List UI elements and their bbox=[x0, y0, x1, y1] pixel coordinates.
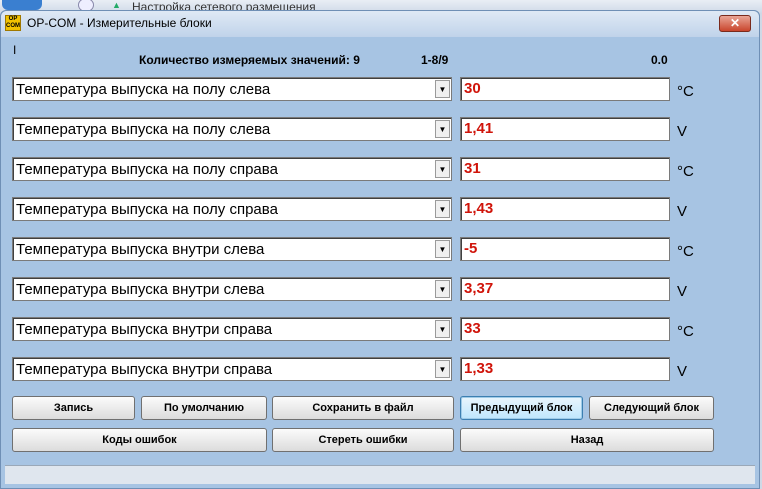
value-field-1: 30 bbox=[460, 77, 670, 101]
value-field-6: 3,37 bbox=[460, 277, 670, 301]
time-label: 0.0 bbox=[651, 53, 668, 67]
chevron-down-icon[interactable]: ▼ bbox=[435, 360, 450, 378]
value-field-8: 1,33 bbox=[460, 357, 670, 381]
unit-label-3: °C bbox=[677, 163, 694, 180]
value-text: 31 bbox=[464, 160, 481, 177]
chevron-down-icon[interactable]: ▼ bbox=[435, 240, 450, 258]
parameter-select-label: Температура выпуска внутри слева bbox=[16, 241, 265, 258]
parameter-select-4[interactable]: Температура выпуска на полу справа ▼ bbox=[12, 197, 452, 221]
text-cursor: I bbox=[13, 43, 17, 57]
parameter-select-label: Температура выпуска на полу справа bbox=[16, 161, 278, 178]
unit-label-2: V bbox=[677, 123, 688, 140]
chevron-down-icon[interactable]: ▼ bbox=[435, 320, 450, 338]
title-bar[interactable]: OP COM OP-COM - Измерительные блоки ✕ bbox=[1, 11, 759, 37]
clear-errors-button[interactable]: Стереть ошибки bbox=[272, 428, 454, 452]
error-codes-button[interactable]: Коды ошибок bbox=[12, 428, 267, 452]
value-text: 1,33 bbox=[464, 360, 494, 377]
chevron-down-icon[interactable]: ▼ bbox=[435, 120, 450, 138]
parameter-select-label: Температура выпуска внутри справа bbox=[16, 321, 273, 338]
close-button[interactable]: ✕ bbox=[719, 15, 751, 32]
background-network-icon: ▲ bbox=[112, 0, 121, 10]
value-text: 1,43 bbox=[464, 200, 494, 217]
window-title: OP-COM - Измерительные блоки bbox=[27, 16, 212, 30]
value-text: 33 bbox=[464, 320, 481, 337]
previous-block-button[interactable]: Предыдущий блок bbox=[460, 396, 583, 420]
default-button[interactable]: По умолчанию bbox=[141, 396, 267, 420]
chevron-down-icon[interactable]: ▼ bbox=[435, 280, 450, 298]
parameter-select-label: Температура выпуска на полу справа bbox=[16, 201, 278, 218]
parameter-select-3[interactable]: Температура выпуска на полу справа ▼ bbox=[12, 157, 452, 181]
value-field-5: -5 bbox=[460, 237, 670, 261]
unit-label-7: °C bbox=[677, 323, 694, 340]
unit-label-4: V bbox=[677, 203, 688, 220]
chevron-down-icon[interactable]: ▼ bbox=[435, 200, 450, 218]
status-bar bbox=[5, 465, 755, 484]
back-button[interactable]: Назад bbox=[460, 428, 714, 452]
value-text: 3,37 bbox=[464, 280, 494, 297]
value-field-4: 1,43 bbox=[460, 197, 670, 221]
parameter-select-7[interactable]: Температура выпуска внутри справа ▼ bbox=[12, 317, 452, 341]
save-to-file-button[interactable]: Сохранить в файл bbox=[272, 396, 454, 420]
next-block-button[interactable]: Следующий блок bbox=[589, 396, 714, 420]
value-field-7: 33 bbox=[460, 317, 670, 341]
value-text: -5 bbox=[464, 240, 478, 257]
record-button[interactable]: Запись bbox=[12, 396, 135, 420]
chevron-down-icon[interactable]: ▼ bbox=[435, 160, 450, 178]
unit-label-8: V bbox=[677, 363, 688, 380]
unit-label-1: °C bbox=[677, 83, 694, 100]
opcom-app-icon: OP COM bbox=[5, 15, 21, 31]
value-text: 1,41 bbox=[464, 120, 494, 137]
parameter-select-6[interactable]: Температура выпуска внутри слева ▼ bbox=[12, 277, 452, 301]
page-range-label: 1-8/9 bbox=[421, 53, 449, 67]
value-text: 30 bbox=[464, 80, 481, 97]
parameter-select-label: Температура выпуска на полу слева bbox=[16, 121, 271, 138]
parameter-select-label: Температура выпуска внутри справа bbox=[16, 361, 273, 378]
unit-label-5: °C bbox=[677, 243, 694, 260]
value-field-3: 31 bbox=[460, 157, 670, 181]
chevron-down-icon[interactable]: ▼ bbox=[435, 80, 450, 98]
value-field-2: 1,41 bbox=[460, 117, 670, 141]
parameter-select-2[interactable]: Температура выпуска на полу слева ▼ bbox=[12, 117, 452, 141]
unit-label-6: V bbox=[677, 283, 688, 300]
measurement-panel: I Количество измеряемых значений: 9 1-8/… bbox=[5, 37, 755, 475]
opcom-window: OP COM OP-COM - Измерительные блоки ✕ I … bbox=[0, 10, 760, 489]
parameter-select-5[interactable]: Температура выпуска внутри слева ▼ bbox=[12, 237, 452, 261]
parameter-select-8[interactable]: Температура выпуска внутри справа ▼ bbox=[12, 357, 452, 381]
parameter-select-label: Температура выпуска внутри слева bbox=[16, 281, 265, 298]
parameter-select-1[interactable]: Температура выпуска на полу слева ▼ bbox=[12, 77, 452, 101]
parameter-select-label: Температура выпуска на полу слева bbox=[16, 81, 271, 98]
background-window-icon bbox=[2, 0, 42, 10]
value-count-label: Количество измеряемых значений: 9 bbox=[139, 53, 360, 67]
